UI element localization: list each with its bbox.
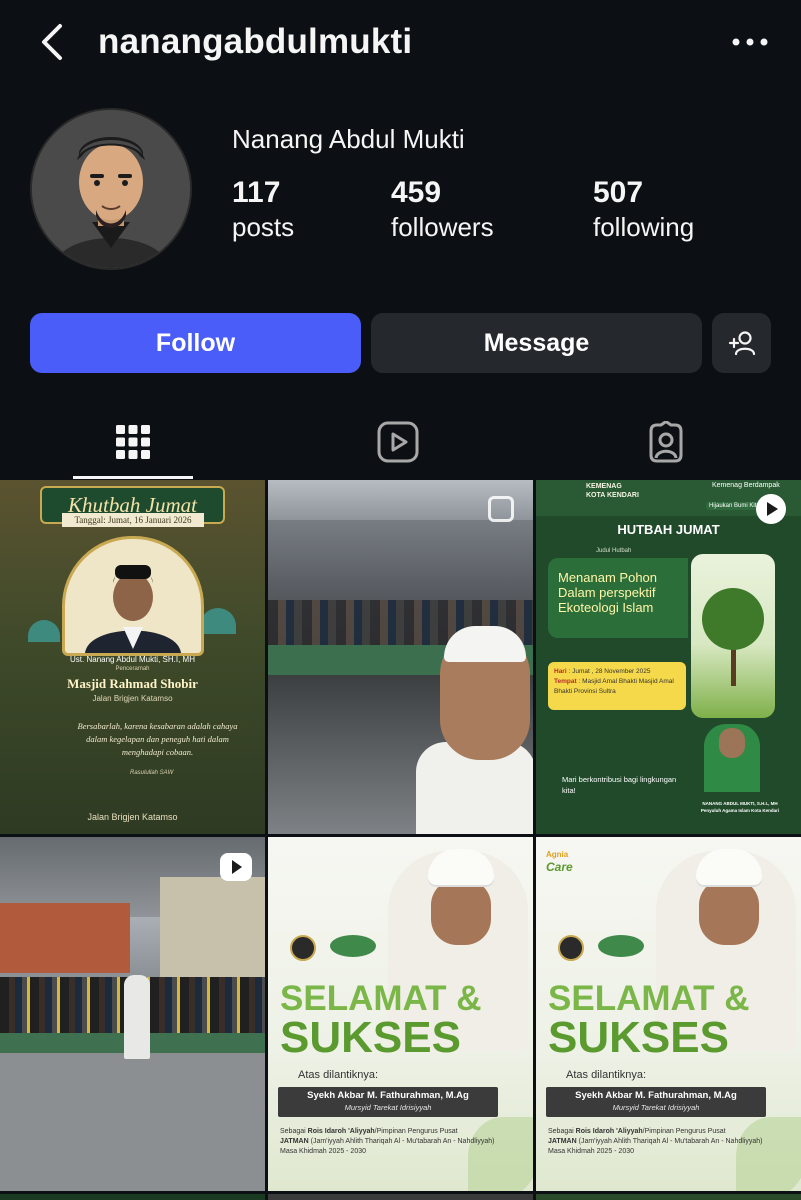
avatar-illustration <box>32 110 190 268</box>
profile-header: nanangabdulmukti <box>0 0 801 86</box>
post-honoree-role: Mursyid Tarekat Idrisiyyah <box>344 1103 432 1112</box>
post-thumbnail-agnia-care[interactable]: Agnia Care SELAMAT & SUKSES Atas dilanti… <box>536 837 801 1191</box>
post-hari-row: Hari : Jumat , 28 November 2025 <box>554 668 651 675</box>
post-thumbnail-selamat-sukses[interactable]: SELAMAT & SUKSES Atas dilantiknya: Syekh… <box>268 837 533 1191</box>
reel-badge <box>220 853 252 881</box>
post-quote-source: Rasulullah SAW <box>130 770 174 776</box>
stat-following-count: 507 <box>593 176 644 209</box>
stat-followers-count: 459 <box>391 176 442 209</box>
profile-tabs <box>0 405 801 479</box>
chevron-left-icon[interactable] <box>34 22 70 62</box>
tagged-icon <box>649 421 683 463</box>
profile-display-name: Nanang Abdul Mukti <box>232 124 465 154</box>
post-selamat: SELAMAT & <box>548 979 750 1018</box>
nu-logo <box>330 935 376 957</box>
post-address: Jalan Brigjen Katamso <box>92 694 173 703</box>
post-sukses: SUKSES <box>280 1013 461 1062</box>
tab-tagged[interactable] <box>606 405 726 479</box>
post-tagline: Kemenag Berdampak <box>712 482 780 489</box>
stat-posts-count: 117 <box>232 176 281 209</box>
post-title: HUTBAH JUMAT <box>617 522 720 537</box>
post-thumbnail-khutbah-jumat[interactable]: Khutbah Jumat Tanggal: Jumat, 16 Januari… <box>0 480 265 834</box>
post-thumbnail-selfie-gathering[interactable] <box>268 480 533 834</box>
stat-followers-label: followers <box>391 212 494 242</box>
stat-following-label: following <box>593 212 695 242</box>
post-speaker: Ust. Nanang Abdul Mukti, SH.I, MH <box>70 655 195 664</box>
post-thumbnail[interactable] <box>536 1194 801 1200</box>
post-footer: Jalan Brigjen Katamso <box>87 812 178 822</box>
post-atas: Atas dilantiknya: <box>566 1069 647 1081</box>
more-horizontal-icon[interactable] <box>730 34 770 50</box>
post-org: KEMENAG KOTA KENDARI <box>586 483 639 499</box>
speaker-photo <box>85 565 181 653</box>
post-speaker-name: NANANG ABDUL MUKTI, S.H.I., MH Penyuluh … <box>700 801 780 813</box>
post-honoree-role: Mursyid Tarekat Idrisiyyah <box>612 1103 700 1112</box>
add-user-icon <box>728 331 755 356</box>
stat-posts-label: posts <box>232 212 295 242</box>
post-masjid: Masjid Rahmad Shobir <box>67 676 198 691</box>
tab-posts-grid[interactable] <box>73 405 193 479</box>
post-speaker-role: Penceramah <box>115 666 150 672</box>
post-info-box: Hari : Jumat , 28 November 2025 Tempat :… <box>548 662 686 710</box>
reels-icon <box>377 421 419 463</box>
mosque-dome <box>28 620 60 642</box>
post-sukses: SUKSES <box>548 1013 729 1062</box>
profile-avatar[interactable] <box>30 108 192 270</box>
carousel-icon <box>488 496 514 522</box>
speaker-face <box>719 728 745 758</box>
photo-floor <box>0 1053 265 1191</box>
org-logo <box>290 935 316 961</box>
post-campaign: Hijaukan Bumi Kita <box>706 502 763 510</box>
nu-logo <box>598 935 644 957</box>
post-thumbnail-group-gathering[interactable] <box>0 837 265 1191</box>
speaker-frame <box>62 536 204 656</box>
brand-logo: Agnia Care <box>546 850 573 874</box>
post-description: Sebagai Rois Idaroh 'Aliyyah/Pimpinan Pe… <box>548 1128 763 1155</box>
photo-person <box>124 975 150 1059</box>
photo-wall <box>160 877 265 987</box>
post-honoree-name: Syekh Akbar M. Fathurahman, M.Ag <box>307 1090 469 1101</box>
post-call-to-action: Mari berkontribusi bagi lingkungan kita! <box>562 775 677 795</box>
tree-crown <box>702 588 764 650</box>
post-subtitle: Judul Hutbah <box>596 548 632 554</box>
reel-play-icon <box>767 502 778 516</box>
post-selamat: SELAMAT & <box>280 979 482 1018</box>
stat-followers[interactable]: 459 followers <box>391 175 494 243</box>
photo-building <box>0 903 130 973</box>
honoree-face <box>699 879 759 945</box>
follow-button[interactable]: Follow <box>30 313 361 373</box>
grid-icon <box>116 425 150 459</box>
tab-reels[interactable] <box>338 405 458 479</box>
org-logo <box>558 935 584 961</box>
post-thumbnail[interactable] <box>268 1194 533 1200</box>
mosque-dome <box>200 608 236 634</box>
post-tempat-row: Tempat : Masjid Amal Bhakti Masjid Amal … <box>554 678 674 695</box>
stat-following[interactable]: 507 following <box>593 175 694 243</box>
active-tab-indicator <box>73 476 193 479</box>
post-thumbnail[interactable] <box>0 1194 265 1200</box>
org-logos <box>558 935 648 961</box>
post-headline: Menanam Pohon Dalam perspektif Ekoteolog… <box>558 570 658 615</box>
post-atas: Atas dilantiknya: <box>298 1069 379 1081</box>
post-thumbnail-hutbah-jumat[interactable]: KEMENAG KOTA KENDARI Kemenag Berdampak H… <box>536 480 801 834</box>
post-description: Sebagai Rois Idaroh 'Aliyyah/Pimpinan Pe… <box>280 1128 495 1155</box>
message-button[interactable]: Message <box>371 313 702 373</box>
post-honoree-name: Syekh Akbar M. Fathurahman, M.Ag <box>575 1090 737 1101</box>
stat-posts[interactable]: 117 posts <box>232 175 294 243</box>
post-quote: Bersabarlah, karena kesabaran adalah cah… <box>77 721 238 757</box>
add-user-button[interactable] <box>712 313 771 373</box>
tree-trunk <box>731 646 736 686</box>
post-date: Tanggal: Jumat, 16 Januari 2026 <box>62 513 204 527</box>
org-logos <box>290 935 380 961</box>
reel-play-icon <box>232 860 242 874</box>
profile-username: nanangabdulmukti <box>98 22 413 61</box>
reel-badge <box>756 494 786 524</box>
honoree-face <box>431 879 491 945</box>
